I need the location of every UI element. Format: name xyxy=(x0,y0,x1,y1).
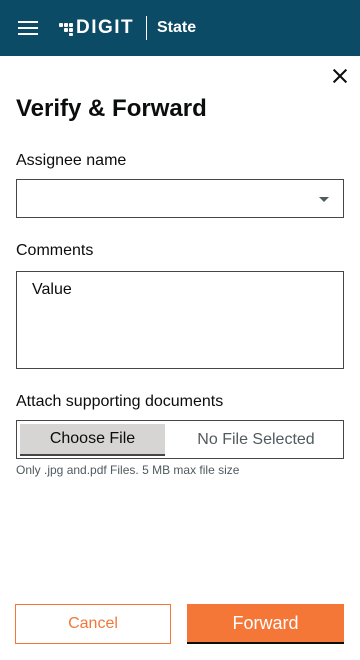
close-icon[interactable] xyxy=(330,66,350,86)
logo-text: DIGIT xyxy=(76,17,135,38)
forward-button[interactable]: Forward xyxy=(187,604,344,644)
file-upload-field[interactable]: Choose File No File Selected xyxy=(16,420,344,459)
assignee-dropdown[interactable] xyxy=(16,179,344,218)
choose-file-button[interactable]: Choose File xyxy=(20,424,165,456)
header-divider xyxy=(146,16,147,40)
hamburger-line xyxy=(18,27,38,29)
assignee-label: Assignee name xyxy=(16,152,127,169)
hamburger-line xyxy=(18,33,38,35)
no-file-selected-text: No File Selected xyxy=(197,431,315,448)
file-size-hint: Only .jpg and.pdf Files. 5 MB max file s… xyxy=(16,463,240,477)
digit-logo: DIGIT xyxy=(59,17,134,39)
top-bar: DIGIT State xyxy=(0,0,360,56)
hamburger-line xyxy=(18,21,38,23)
cancel-button[interactable]: Cancel xyxy=(15,604,171,644)
digit-logo-mark-icon xyxy=(59,21,73,36)
state-label: State xyxy=(157,19,197,36)
comments-textarea[interactable]: Value xyxy=(16,271,344,369)
dialog-title: Verify & Forward xyxy=(16,95,207,122)
comments-label: Comments xyxy=(16,242,94,259)
caret-down-icon[interactable] xyxy=(319,197,329,202)
attach-label: Attach supporting documents xyxy=(16,393,224,410)
hamburger-icon[interactable] xyxy=(18,20,38,36)
